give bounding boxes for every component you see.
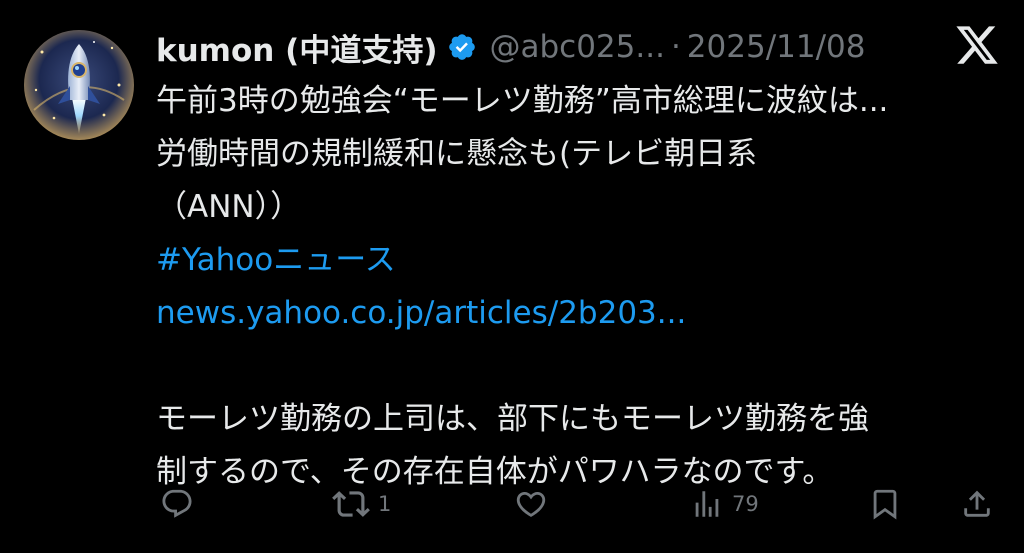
- like-button[interactable]: [514, 482, 548, 526]
- views-count: 79: [732, 492, 759, 516]
- views-button[interactable]: 79: [690, 482, 759, 526]
- post-date[interactable]: 2025/11/08: [687, 29, 866, 65]
- article-link[interactable]: news.yahoo.co.jp/articles/2b203...: [156, 287, 986, 340]
- x-logo-icon[interactable]: [954, 22, 1000, 68]
- tweet-text-line: （ANN））: [156, 189, 302, 225]
- tweet-header: kumon (中道支持) @abc025... · 2025/11/08: [156, 22, 956, 72]
- author-display-name[interactable]: kumon (中道支持): [156, 25, 437, 70]
- views-icon: [695, 491, 719, 517]
- avatar-rocket-image: [24, 30, 134, 140]
- verified-badge-icon[interactable]: [447, 32, 477, 62]
- share-icon: [964, 490, 990, 517]
- retweet-count: 1: [378, 492, 392, 516]
- hashtag-link[interactable]: #Yahooニュース: [156, 234, 986, 287]
- separator-dot: ·: [670, 29, 681, 65]
- reply-icon: [162, 489, 192, 518]
- tweet-body: 午前3時の勉強会“モーレツ勤務”高市総理に波紋は... 労働時間の規制緩和に懸念…: [156, 75, 986, 499]
- bookmark-icon: [873, 489, 897, 520]
- tweet-text-line: 労働時間の規制緩和に懸念も(テレビ朝日系: [156, 136, 758, 172]
- avatar[interactable]: [24, 30, 134, 140]
- tweet-text-line: モーレツ勤務の上司は、部下にもモーレツ勤務を強: [156, 401, 869, 437]
- author-handle[interactable]: @abc025...: [489, 29, 664, 65]
- retweet-button[interactable]: 1: [332, 482, 391, 526]
- reply-button[interactable]: [160, 482, 194, 526]
- retweet-icon: [332, 491, 370, 517]
- action-bar: 1 79: [156, 482, 1006, 526]
- tweet-text-line: 午前3時の勉強会“モーレツ勤務”高市総理に波紋は...: [156, 83, 889, 119]
- like-icon: [516, 491, 546, 517]
- bookmark-button[interactable]: [868, 482, 902, 526]
- share-button[interactable]: [960, 482, 994, 526]
